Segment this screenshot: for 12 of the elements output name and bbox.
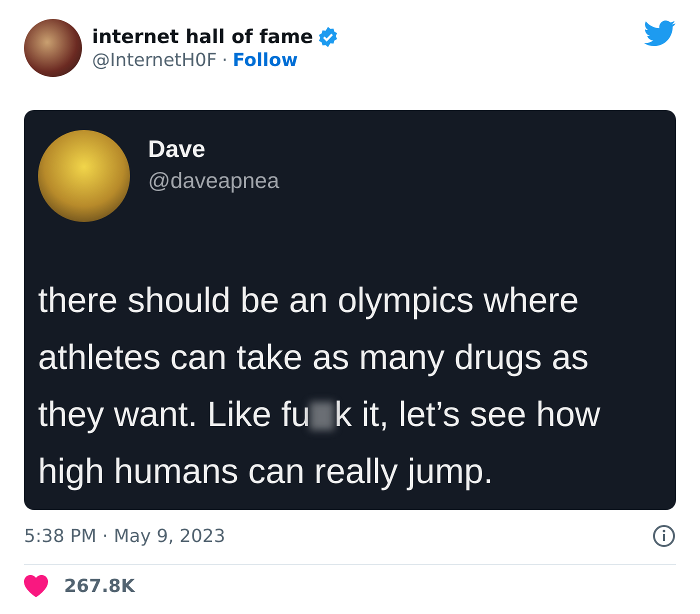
separator: · [222, 50, 228, 70]
info-icon[interactable] [652, 524, 676, 548]
heart-icon[interactable] [24, 575, 48, 597]
author-name[interactable]: internet hall of fame [92, 26, 314, 48]
post-text: there should be an olympics where athletes can take as many drugs as they want. Like fu k it, let’s see how high humans can really jump. [38, 280, 602, 493]
author-handle: @daveapnea [148, 168, 280, 194]
follow-link[interactable]: Follow [232, 50, 298, 70]
like-count: 267.8K [64, 576, 135, 596]
author-name: Dave [148, 136, 206, 164]
timestamp[interactable]: 5:38 PM · May 9, 2023 [24, 526, 226, 546]
author-handle: @InternetH0F [92, 50, 217, 70]
bird-icon[interactable] [644, 20, 676, 47]
